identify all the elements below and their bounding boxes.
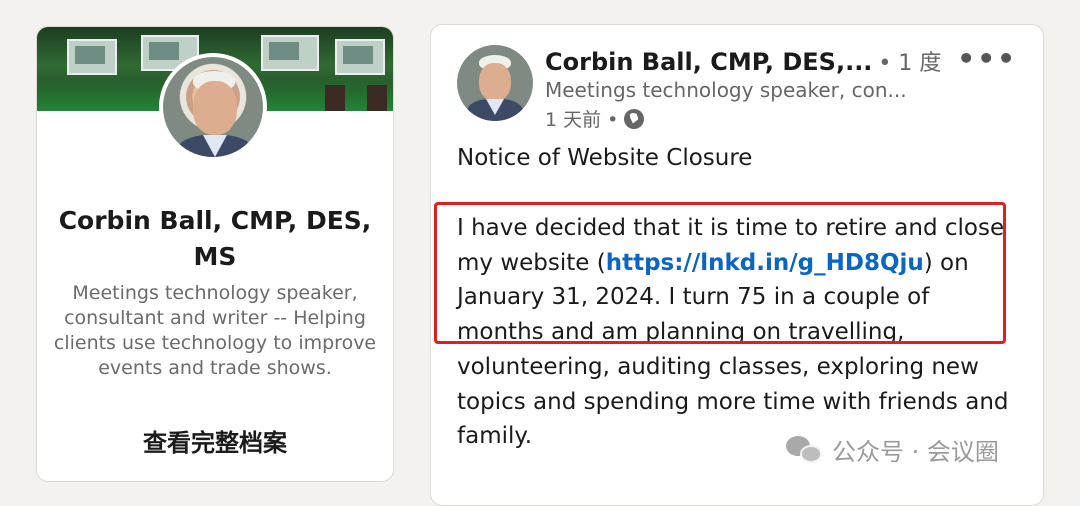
watermark: 公众号 · 会议圈 [786, 432, 999, 467]
connection-degree: • 1 度 [878, 51, 942, 76]
profile-card: Corbin Ball, CMP, DES, MS Meetings techn… [36, 26, 394, 482]
post-timestamp-line: 1 天前 • [545, 105, 645, 132]
profile-headline: Meetings technology speaker, consultant … [53, 282, 377, 379]
post-timestamp: 1 天前 • [545, 109, 619, 131]
post-author-line: Corbin Ball, CMP, DES,... • 1 度 [545, 45, 941, 77]
more-options-icon[interactable]: ••• [957, 45, 1017, 73]
view-full-profile-link[interactable]: 查看完整档案 [37, 423, 393, 458]
post-title: Notice of Website Closure [457, 145, 753, 171]
wechat-icon [786, 435, 822, 464]
post-author-headline: Meetings technology speaker, con... [545, 78, 907, 102]
profile-name[interactable]: Corbin Ball, CMP, DES, MS [37, 203, 393, 275]
post-author-avatar[interactable] [457, 45, 533, 121]
post-author-name[interactable]: Corbin Ball, CMP, DES,... [545, 48, 872, 76]
watermark-text: 公众号 · 会议圈 [832, 438, 999, 466]
red-highlight-box [434, 202, 1006, 344]
globe-icon [624, 108, 645, 129]
profile-avatar[interactable] [159, 53, 267, 161]
